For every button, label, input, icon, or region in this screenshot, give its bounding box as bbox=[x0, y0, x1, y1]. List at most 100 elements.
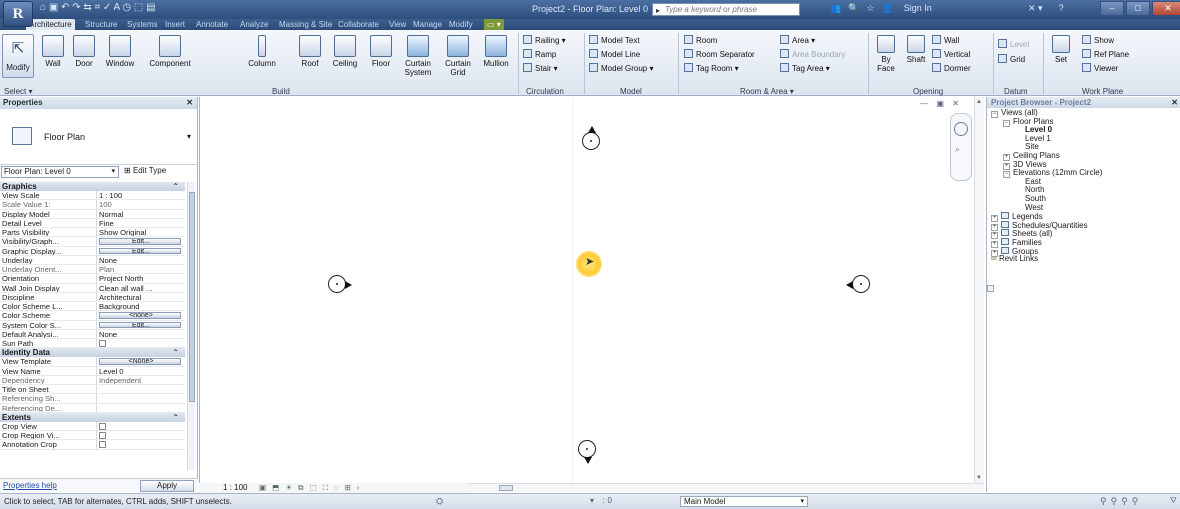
column-button[interactable]: Column bbox=[240, 35, 284, 68]
area-button[interactable]: Area ▾ bbox=[780, 35, 815, 45]
properties-scrollbar[interactable] bbox=[187, 182, 195, 470]
exchange-apps-icon[interactable]: ✕ ▾ bbox=[1028, 3, 1043, 14]
scrollbar-thumb[interactable] bbox=[189, 192, 195, 402]
property-value[interactable]: None bbox=[97, 256, 185, 264]
ref-plane-button[interactable]: Ref Plane bbox=[1082, 49, 1129, 59]
expand-search-icon[interactable]: ▸ bbox=[656, 5, 660, 17]
properties-help-link[interactable]: Properties help bbox=[3, 481, 57, 490]
property-value[interactable]: Independent bbox=[97, 376, 185, 384]
property-edit-button[interactable]: <None> bbox=[99, 358, 181, 365]
drawing-area[interactable]: ➤ — ▣ ✕ ⌕ ▲ ▼ bbox=[199, 97, 984, 483]
tree-node[interactable]: East bbox=[987, 177, 1180, 187]
tree-node[interactable]: West bbox=[987, 203, 1180, 213]
help-icon[interactable]: ? bbox=[1059, 3, 1064, 14]
grid-button[interactable]: Grid bbox=[998, 54, 1025, 64]
view-scale[interactable]: 1 : 100 bbox=[223, 483, 247, 492]
tree-node[interactable]: South bbox=[987, 194, 1180, 204]
property-checkbox-cell[interactable] bbox=[97, 440, 185, 449]
tab-contextual-toggle[interactable]: ▭ ▾ bbox=[484, 19, 504, 30]
property-value[interactable] bbox=[97, 394, 185, 402]
view-control-icons[interactable]: ▣ ⬒ ☀ ⧉ ⬚ ⛶ ◌ ⊞ ‹ bbox=[259, 483, 362, 493]
collapse-icon[interactable]: ⌃ bbox=[172, 182, 179, 191]
room-area-panel-dropdown[interactable]: Room & Area ▾ bbox=[740, 87, 794, 96]
zoom-icon[interactable]: ⌕ bbox=[955, 144, 960, 155]
selection-toggle-icons[interactable]: ⚲⚲⚲⚲ bbox=[1100, 496, 1142, 507]
modify-button[interactable]: ⇱ Modify bbox=[2, 34, 34, 78]
property-value[interactable] bbox=[97, 404, 185, 412]
component-button[interactable]: Component bbox=[142, 35, 198, 68]
east-elevation-marker[interactable] bbox=[846, 275, 870, 293]
property-checkbox-cell[interactable] bbox=[97, 422, 185, 430]
select-panel-dropdown[interactable]: Select ▾ bbox=[4, 87, 32, 96]
design-options-dropdown[interactable]: Main Model ▾ bbox=[680, 496, 808, 507]
show-work-plane-button[interactable]: Show bbox=[1082, 35, 1114, 45]
tab-manage[interactable]: Manage bbox=[410, 19, 445, 30]
sign-in-link[interactable]: Sign In bbox=[904, 3, 932, 14]
tag-room-button[interactable]: Tag Room ▾ bbox=[684, 63, 739, 73]
level-button[interactable]: Level bbox=[998, 39, 1029, 49]
shaft-button[interactable]: Shaft bbox=[902, 35, 930, 64]
model-text-button[interactable]: Model Text bbox=[589, 35, 640, 45]
tab-systems[interactable]: Systems bbox=[124, 19, 161, 30]
user-icon[interactable]: 👤 bbox=[882, 3, 893, 14]
checkbox[interactable] bbox=[99, 340, 106, 347]
set-work-plane-button[interactable]: Set bbox=[1048, 35, 1074, 64]
property-group-header[interactable]: Identity Data ⌃ bbox=[0, 348, 185, 358]
tree-node[interactable]: − Floor Plans bbox=[987, 117, 1180, 127]
steering-wheel-icon[interactable] bbox=[954, 122, 968, 136]
curtain-system-button[interactable]: Curtain System bbox=[398, 35, 438, 77]
maximize-button[interactable]: □ bbox=[1126, 1, 1150, 16]
tab-analyze[interactable]: Analyze bbox=[237, 19, 271, 30]
tree-node[interactable]: Level 0 bbox=[987, 125, 1180, 135]
tree-node[interactable]: + Families bbox=[987, 237, 1180, 248]
close-properties-icon[interactable]: ✕ bbox=[186, 97, 193, 109]
edit-type-button[interactable]: ⊞ Edit Type bbox=[124, 166, 166, 175]
property-edit-button[interactable]: <none> bbox=[99, 312, 181, 319]
tree-node[interactable]: − Elevations (12mm Circle) bbox=[987, 168, 1180, 179]
viewer-button[interactable]: Viewer bbox=[1082, 63, 1118, 73]
scroll-down-icon[interactable]: ▼ bbox=[976, 475, 982, 481]
close-browser-icon[interactable]: ✕ bbox=[1171, 97, 1178, 108]
view-window-controls[interactable]: — ▣ ✕ bbox=[920, 99, 962, 108]
worksets-icon[interactable]: ⛭ bbox=[436, 496, 443, 507]
close-button[interactable]: ✕ bbox=[1152, 1, 1180, 16]
property-checkbox-cell[interactable] bbox=[97, 431, 185, 439]
by-face-button[interactable]: By Face bbox=[872, 35, 900, 73]
type-selector[interactable]: Floor Plan ▾ bbox=[0, 125, 197, 165]
room-separator-button[interactable]: Room Separator bbox=[684, 49, 755, 59]
tree-node[interactable]: Level 1 bbox=[987, 134, 1180, 144]
model-line-button[interactable]: Model Line bbox=[589, 49, 640, 59]
model-group-button[interactable]: Model Group ▾ bbox=[589, 63, 653, 73]
property-group-header[interactable]: Graphics ⌃ bbox=[0, 182, 185, 191]
property-value[interactable]: 100 bbox=[97, 200, 185, 208]
property-edit-button[interactable]: Edit... bbox=[99, 321, 181, 328]
tree-node[interactable]: + Sheets (all) bbox=[987, 229, 1180, 240]
property-value[interactable]: Background bbox=[97, 302, 185, 310]
tree-node[interactable]: + Legends bbox=[987, 212, 1180, 223]
minimize-button[interactable]: – bbox=[1100, 1, 1124, 16]
checkbox[interactable] bbox=[99, 422, 106, 430]
checkbox[interactable] bbox=[99, 432, 106, 439]
property-value[interactable]: Show Original bbox=[97, 228, 185, 236]
floor-button[interactable]: Floor bbox=[366, 35, 396, 68]
property-value[interactable] bbox=[97, 385, 185, 393]
scroll-up-icon[interactable]: ▲ bbox=[976, 99, 982, 105]
apply-button[interactable]: Apply bbox=[140, 480, 194, 492]
railing-button[interactable]: Railing ▾ bbox=[523, 35, 566, 45]
tab-insert[interactable]: Insert bbox=[162, 19, 188, 30]
tree-node[interactable]: + Schedules/Quantities bbox=[987, 220, 1180, 231]
canvas-vertical-scrollbar[interactable]: ▲ ▼ bbox=[974, 97, 984, 483]
room-button[interactable]: Room bbox=[684, 35, 717, 45]
tag-area-button[interactable]: Tag Area ▾ bbox=[780, 63, 830, 73]
property-edit-button[interactable]: Edit... bbox=[99, 238, 181, 245]
property-checkbox-cell[interactable] bbox=[97, 339, 185, 347]
north-elevation-marker[interactable] bbox=[582, 126, 600, 150]
area-boundary-button[interactable]: Area Boundary bbox=[780, 49, 845, 59]
property-value[interactable]: Fine bbox=[97, 219, 185, 227]
door-button[interactable]: Door bbox=[70, 35, 98, 68]
ramp-button[interactable]: Ramp bbox=[523, 49, 556, 59]
filter-icon[interactable]: ⛛ bbox=[1170, 496, 1177, 506]
wall-button[interactable]: Wall bbox=[38, 35, 68, 68]
browser-scroll-handle[interactable] bbox=[987, 285, 994, 292]
checkbox[interactable] bbox=[99, 441, 106, 449]
